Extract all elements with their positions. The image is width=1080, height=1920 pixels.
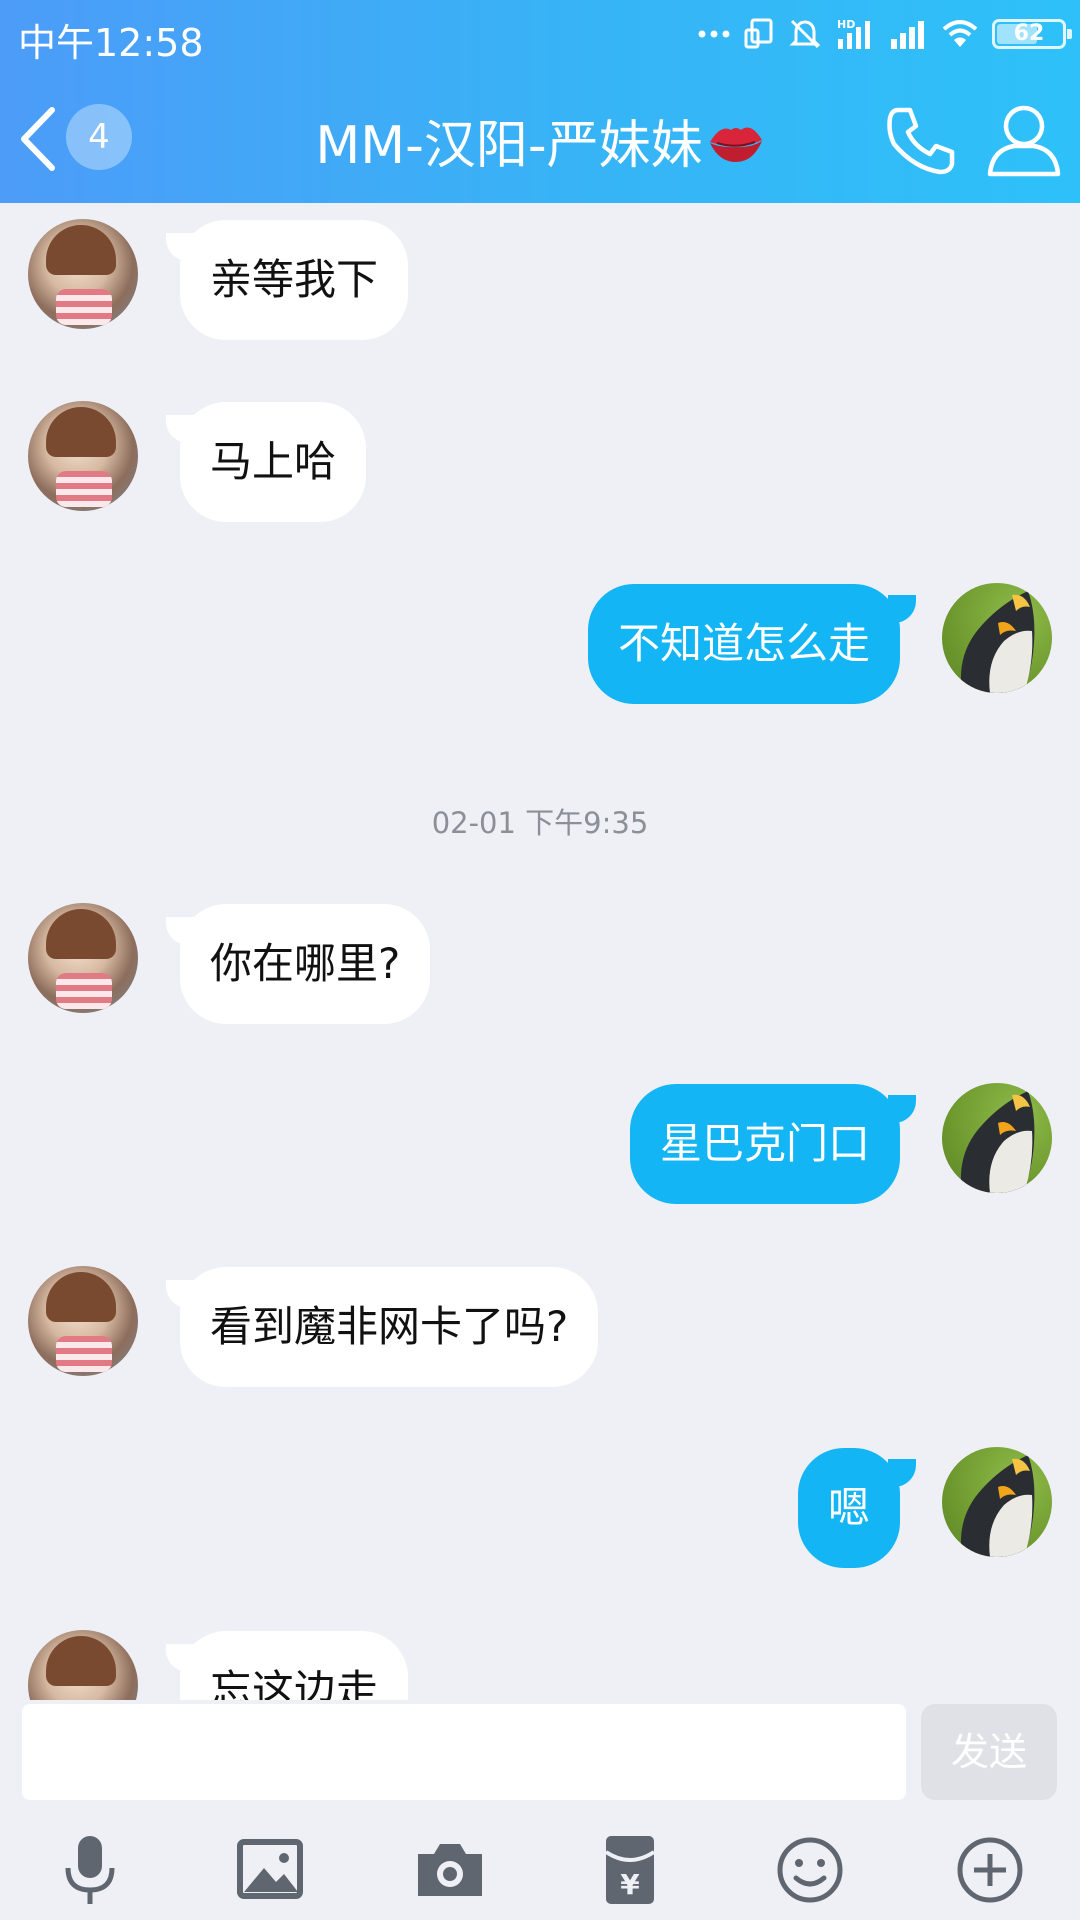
hd-signal-icon: HD xyxy=(836,17,876,51)
status-bar: 中午12:58 HD 62 xyxy=(0,0,1080,70)
penguin-icon xyxy=(960,1455,1035,1557)
battery-level: 62 xyxy=(1013,21,1045,46)
message-bubble-outgoing[interactable]: 星巴克门口 xyxy=(629,1084,900,1204)
svg-text:¥: ¥ xyxy=(620,1868,640,1901)
message-bubble-outgoing[interactable]: 不知道怎么走 xyxy=(587,584,900,704)
person-icon xyxy=(984,105,1064,184)
more-button[interactable] xyxy=(950,1830,1030,1910)
back-button[interactable]: 4 xyxy=(18,98,138,174)
contact-avatar[interactable] xyxy=(28,1266,138,1376)
status-time: 中午12:58 xyxy=(18,21,204,65)
message-timestamp: 02-01 下午9:35 xyxy=(431,806,649,840)
contact-avatar[interactable] xyxy=(28,1630,138,1700)
message-bubble-incoming[interactable]: 你在哪里? xyxy=(180,904,431,1024)
input-bar: 发送 ¥ xyxy=(0,1700,1080,1920)
profile-button[interactable] xyxy=(984,100,1064,180)
camera-icon xyxy=(410,1830,490,1910)
image-icon xyxy=(230,1830,310,1910)
toolbar: ¥ xyxy=(0,1830,1080,1910)
message-bubble-incoming[interactable]: 看到魔非网卡了吗? xyxy=(180,1267,599,1387)
wifi-icon xyxy=(942,19,978,49)
emoji-button[interactable] xyxy=(770,1830,850,1910)
message-list[interactable]: 亲等我下 马上哈 不知道怎么走 02-01 下午9:35 你在哪里? 星巴克门口… xyxy=(0,203,1080,1700)
microphone-icon xyxy=(50,1830,130,1910)
call-button[interactable] xyxy=(884,102,960,178)
my-avatar[interactable] xyxy=(942,1083,1052,1193)
contact-avatar[interactable] xyxy=(28,219,138,329)
message-input[interactable] xyxy=(22,1704,906,1800)
my-avatar[interactable] xyxy=(942,1447,1052,1557)
mute-bell-icon xyxy=(788,17,822,51)
chat-title: MM-汉阳-严妹妹 xyxy=(260,103,820,181)
plus-icon xyxy=(950,1830,1030,1910)
chat-title-text: MM-汉阳-严妹妹 xyxy=(315,116,703,176)
nav-bar: 4 MM-汉阳-严妹妹 xyxy=(0,70,1080,203)
send-button[interactable]: 发送 xyxy=(921,1704,1057,1800)
contact-avatar[interactable] xyxy=(28,401,138,511)
lips-icon xyxy=(707,118,765,181)
message-bubble-incoming[interactable]: 亲等我下 xyxy=(180,220,409,340)
voice-button[interactable] xyxy=(50,1830,130,1910)
penguin-icon xyxy=(960,591,1035,693)
more-dots-icon xyxy=(698,29,730,39)
camera-button[interactable] xyxy=(410,1830,490,1910)
penguin-icon xyxy=(960,1091,1035,1193)
message-bubble-incoming[interactable]: 忘这边走 xyxy=(180,1631,409,1700)
red-packet-button[interactable]: ¥ xyxy=(590,1830,670,1910)
message-bubble-outgoing[interactable]: 嗯 xyxy=(797,1448,900,1568)
screen-mirror-icon xyxy=(744,18,774,50)
chevron-left-icon xyxy=(18,106,58,176)
chat-header: 中午12:58 HD 62 4 MM-汉阳-严妹妹 xyxy=(0,0,1080,203)
status-icons: HD 62 xyxy=(698,14,1072,54)
my-avatar[interactable] xyxy=(942,583,1052,693)
red-packet-icon: ¥ xyxy=(590,1830,670,1910)
unread-count-badge: 4 xyxy=(66,104,132,170)
svg-text:HD: HD xyxy=(837,18,855,31)
contact-avatar[interactable] xyxy=(28,903,138,1013)
emoji-icon xyxy=(770,1830,850,1910)
message-bubble-incoming[interactable]: 马上哈 xyxy=(180,402,367,522)
phone-icon xyxy=(884,107,960,182)
signal-icon xyxy=(890,19,928,49)
battery-icon: 62 xyxy=(992,19,1072,49)
image-button[interactable] xyxy=(230,1830,310,1910)
